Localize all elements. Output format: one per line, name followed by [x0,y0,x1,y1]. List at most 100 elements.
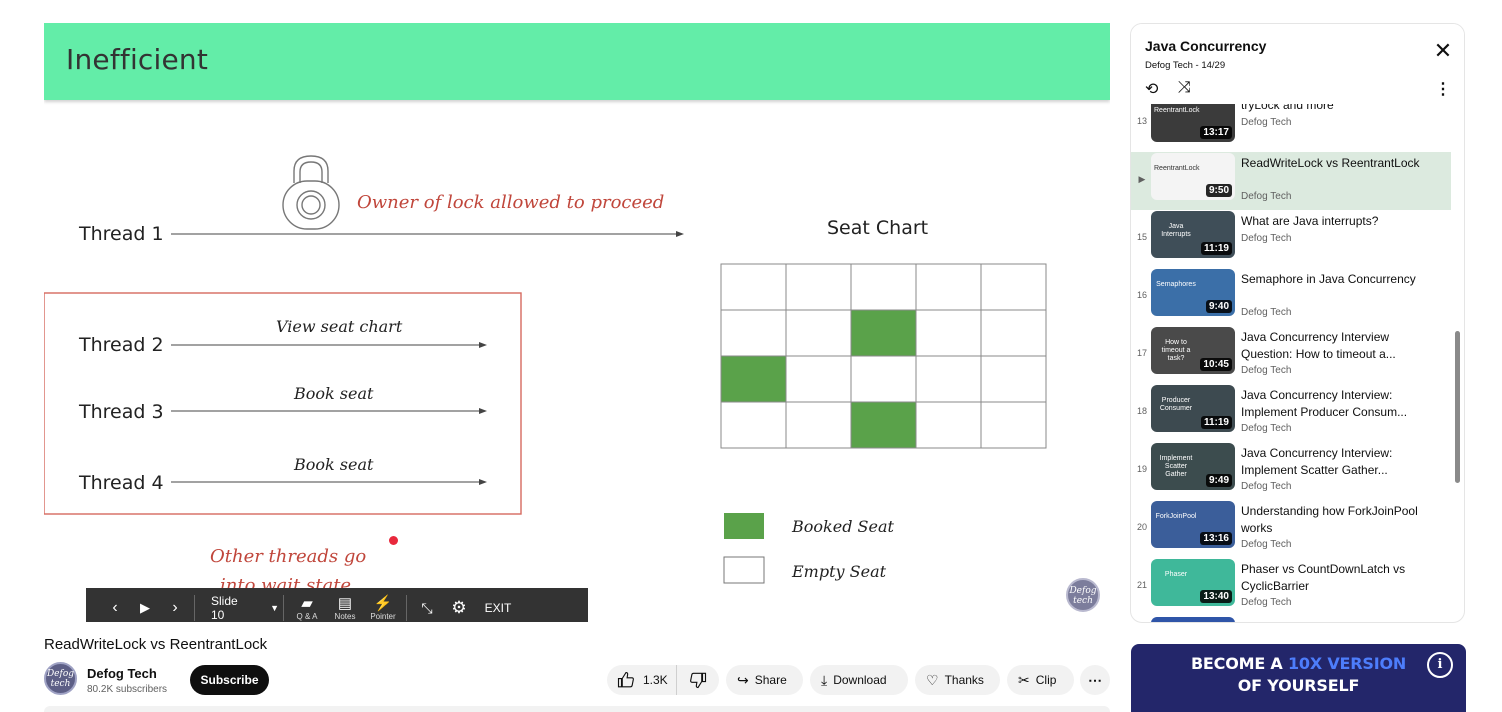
seat-empty [980,401,1047,449]
video-thumbnail[interactable]: ReentrantLock 9:50 [1151,153,1235,200]
playlist-item-title[interactable]: Semaphore in Java Concurrency [1241,271,1421,288]
exit-button[interactable]: EXIT [475,588,521,622]
pointer-button[interactable]: ⚡ Pointer [364,588,402,622]
video-thumbnail[interactable]: Synchronous [1151,617,1235,622]
play-icon[interactable]: ▶ [130,588,160,622]
playlist-item-channel: Defog Tech [1241,365,1292,376]
playlist-item-current[interactable]: ▶ ReentrantLock 9:50 ReadWriteLock vs Reent… [1131,152,1451,210]
video-player[interactable]: Inefficient Thread 1 Owner of lock allow… [44,23,1110,622]
ad-line-1: BECOME A 10X VERSION [1131,654,1466,673]
seat-booked [720,355,787,403]
playlist-item-index: 20 [1136,522,1147,532]
playlist-subtitle: Defog Tech - 14/29 [1145,60,1226,71]
video-duration: 9:50 [1205,184,1232,197]
gear-icon[interactable]: ⚙ [443,588,475,622]
playlist-item[interactable]: 16 Semaphores 9:40 Semaphore in Java Concur… [1131,268,1451,326]
playlist-title[interactable]: Java Concurrency [1145,38,1266,54]
slide-selector[interactable]: Slide 10 ▼ [199,588,279,622]
video-thumbnail[interactable]: Java Interrupts 11:19 [1151,211,1235,258]
thread-2-label: Thread 2 [79,334,164,356]
owner-note: Owner of lock allowed to proceed [357,192,665,213]
subscribe-button[interactable]: Subscribe [190,665,269,695]
ad-line-2: OF YOURSELF [1237,676,1360,695]
slides-toolbar: ‹ ▶ › Slide 10 ▼ ▰ Q & A ▤ Notes ⚡ Pointer ⤡… [86,588,588,622]
seat-empty [915,401,982,449]
playlist-item-channel: Defog Tech [1241,539,1292,550]
channel-avatar[interactable]: Defog tech [44,662,77,695]
thumbnail-text: Implement Scatter Gather [1159,455,1193,478]
notes-icon: ▤ [337,594,353,612]
playlist-item-title[interactable]: What is a SynchronousQueue in Java? [1241,619,1421,622]
playlist-item[interactable]: 20 ForkJoinPool 13:16 Understanding how For… [1131,500,1451,558]
more-vertical-icon[interactable]: ⋮ [1435,79,1451,99]
playlist-item-index: 18 [1136,406,1147,416]
video-thumbnail[interactable]: How to timeout a task? 10:45 [1151,327,1235,374]
ad-banner[interactable]: BECOME A 10X VERSION OF YOURSELF i [1131,644,1466,712]
subscriber-count: 80.2K subscribers [87,684,168,695]
more-actions-button[interactable]: ⋯ [1080,665,1110,695]
playlist-scrollbar[interactable] [1455,331,1460,483]
seat-empty [980,355,1047,403]
video-thumbnail[interactable]: Semaphores 9:40 [1151,269,1235,316]
playlist-item[interactable]: 19 Implement Scatter Gather 9:49 Java Concu… [1131,442,1451,500]
playlist-item-title[interactable]: Java Concurrency Interview: Implement Pr… [1241,387,1421,420]
like-button[interactable]: 1.3K [607,665,677,695]
download-label: Download [833,673,887,687]
dislike-button[interactable] [677,665,719,695]
seat-booked [850,309,917,357]
notes-label: Notes [334,611,356,621]
thread-3-label: Thread 3 [79,401,164,423]
notes-button[interactable]: ▤ Notes [326,588,364,622]
playlist-item-index: 16 [1136,290,1147,300]
thumbnail-text: Phaser [1164,571,1188,578]
playlist-item-title[interactable]: What are Java interrupts? [1241,213,1421,230]
seat-booked [850,401,917,449]
seat-empty [980,263,1047,311]
video-duration: 13:16 [1200,532,1232,545]
thanks-label: Thanks [944,673,984,687]
exit-fullscreen-icon[interactable]: ⤡ [411,588,443,622]
video-thumbnail[interactable]: Phaser 13:40 [1151,559,1235,606]
ad-line-1-prefix: BECOME A [1190,654,1288,673]
padlock-icon [282,155,340,230]
playlist-item-title[interactable]: Understanding how ForkJoinPool works [1241,503,1421,536]
playlist-item[interactable]: 21 Phaser 13:40 Phaser vs CountDownLatch vs… [1131,558,1451,616]
video-thumbnail[interactable]: ForkJoinPool 13:16 [1151,501,1235,548]
thanks-icon: ♡ [926,671,939,688]
clip-button[interactable]: ✂ Clip [1007,665,1074,695]
video-duration: 13:40 [1200,590,1232,603]
video-duration: 9:49 [1205,474,1232,487]
video-thumbnail[interactable]: Producer Consumer 11:19 [1151,385,1235,432]
playlist-item[interactable]: 18 Producer Consumer 11:19 Java Concurrency… [1131,384,1451,442]
playlist-item-title[interactable]: ReadWriteLock vs ReentrantLock [1241,155,1421,172]
seat-chart-title: Seat Chart [827,217,929,239]
chevron-left-icon[interactable]: ‹ [100,588,130,622]
thumbs-down-icon [690,672,707,689]
playlist-item-title[interactable]: Phaser vs CountDownLatch vs CyclicBarrie… [1241,561,1421,594]
close-icon[interactable]: ✕ [1431,40,1455,64]
playlist-item[interactable]: 17 How to timeout a task? 10:45 Java Concur… [1131,326,1451,384]
seat-empty [720,263,787,311]
seat-chart-grid [720,263,1047,449]
seat-empty [850,263,917,311]
playlist-item-title[interactable]: Java Concurrency Interview Question: How… [1241,329,1421,362]
share-button[interactable]: ↪ Share [726,665,803,695]
playlist-item[interactable]: 22SynchronousWhat is a SynchronousQueue … [1131,616,1451,622]
thanks-button[interactable]: ♡ Thanks [915,665,1000,695]
channel-watermark-logo: Defog tech [1066,578,1100,612]
playlist-item-title[interactable]: Java Concurrency Interview: Implement Sc… [1241,445,1421,478]
video-title: ReadWriteLock vs ReentrantLock [44,636,268,653]
loop-icon[interactable]: ⟲ [1145,79,1158,99]
playlist-panel: 13 ReentrantLock 13:17 tryLock and more Defo… [1130,23,1465,623]
like-count: 1.3K [643,673,668,687]
chevron-right-icon[interactable]: › [160,588,190,622]
qa-button[interactable]: ▰ Q & A [288,588,326,622]
download-button[interactable]: ⤓ Download [810,665,908,695]
video-thumbnail[interactable]: Implement Scatter Gather 9:49 [1151,443,1235,490]
playlist-item[interactable]: 15 Java Interrupts 11:19 What are Java inte… [1131,210,1451,268]
channel-name[interactable]: Defog Tech [87,666,157,681]
info-icon[interactable]: i [1427,652,1453,678]
shuffle-icon[interactable]: ⤨ [1178,79,1191,97]
slide-diagram [44,155,1047,584]
legend-empty-swatch [723,556,765,584]
